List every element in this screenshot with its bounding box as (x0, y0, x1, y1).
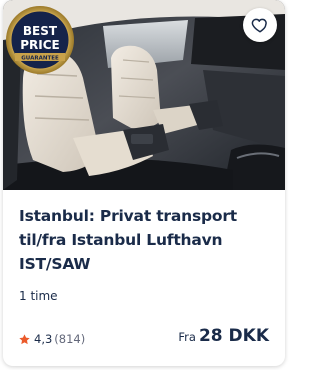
heart-icon (251, 18, 267, 33)
price-amount: 28 DKK (198, 326, 269, 346)
star-icon (19, 333, 30, 344)
svg-text:GUARANTEE: GUARANTEE (21, 56, 59, 62)
product-image[interactable]: BEST PRICE GUARANTEE (3, 0, 285, 190)
rating: 4,3 (814) (18, 332, 85, 346)
svg-text:PRICE: PRICE (20, 38, 60, 52)
price-prefix: Fra (178, 330, 196, 344)
duration-label: 1 time (19, 289, 58, 303)
rating-value: 4,3 (34, 332, 53, 346)
best-price-badge: BEST PRICE GUARANTEE (6, 6, 74, 74)
svg-text:BEST: BEST (23, 24, 58, 38)
wishlist-button[interactable] (243, 8, 277, 42)
activity-title[interactable]: Istanbul: Privat transport til/fra Istan… (19, 204, 275, 276)
review-count: (814) (54, 332, 86, 346)
activity-card[interactable]: BEST PRICE GUARANTEE Istanbul: Privat tr… (3, 0, 285, 366)
price: Fra 28 DKK (178, 326, 269, 346)
